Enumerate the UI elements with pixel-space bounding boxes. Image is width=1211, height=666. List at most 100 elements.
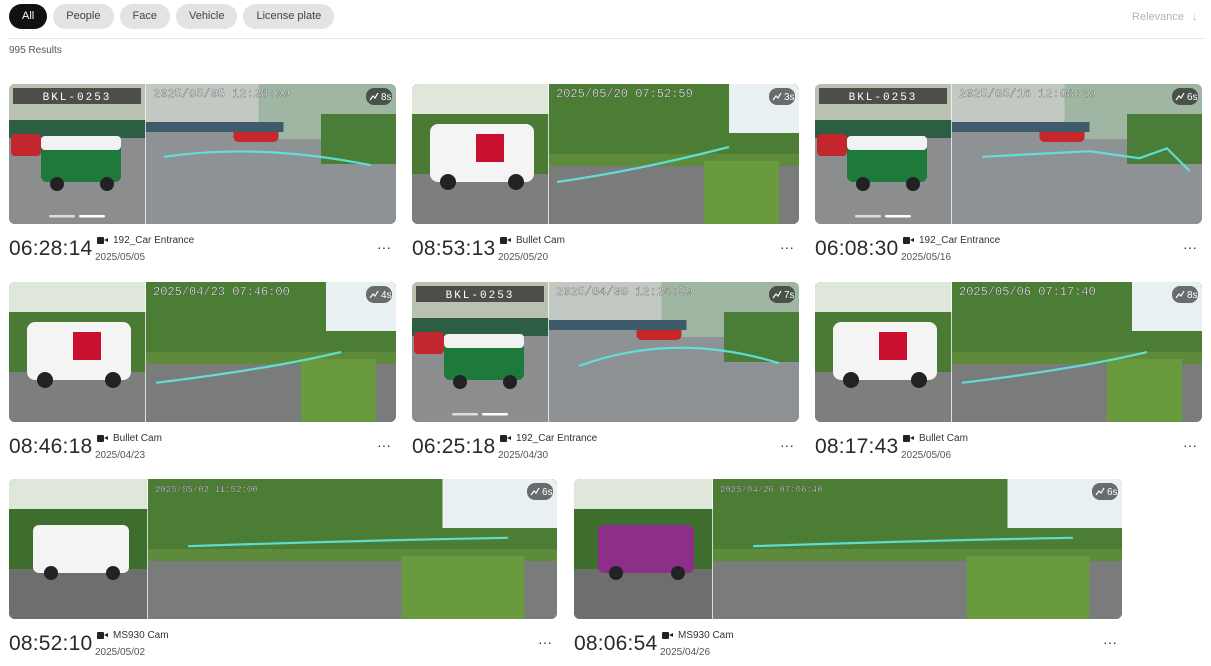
plate-banner: BKL-0253	[13, 88, 141, 104]
clip-time: 08:53:13	[412, 237, 496, 260]
main-scene	[549, 84, 799, 224]
camera-label: MS930 Cam	[97, 630, 169, 641]
clip-card[interactable]: BKL-0253 2025/05/16 12:08:20 6s 06:08:30 192…	[815, 84, 1202, 269]
clip-thumbnail[interactable]: 2025/05/02 11:52:00 6s	[9, 479, 557, 619]
clip-date: 2025/05/06	[901, 450, 952, 461]
more-options-button[interactable]: ···	[780, 438, 794, 452]
clip-thumbnail[interactable]: BKL-0253 2025/05/16 12:08:20 6s	[815, 84, 1202, 224]
filter-license-plate-chip[interactable]: License plate	[243, 4, 335, 29]
main-scene	[146, 282, 396, 422]
duration-badge: 4s	[366, 286, 392, 303]
video-camera-icon	[903, 435, 914, 442]
pager-dot[interactable]	[482, 413, 508, 416]
filter-bar: All People Face Vehicle License plate	[9, 4, 335, 29]
main-scene	[148, 479, 557, 619]
clip-time: 08:06:54	[574, 632, 658, 655]
more-options-button[interactable]: ···	[780, 240, 794, 254]
clip-time: 06:08:30	[815, 237, 899, 260]
plate-banner: BKL-0253	[819, 88, 947, 104]
clip-date: 2025/05/02	[95, 647, 146, 658]
clip-card[interactable]: BKL-0253 2025/05/05 12:28:00 8s 06:28:14 192…	[9, 84, 396, 269]
clip-time: 08:52:10	[9, 632, 93, 655]
duration-badge: 8s	[1172, 286, 1198, 303]
duration-text: 4s	[381, 290, 392, 301]
duration-badge: 7s	[769, 286, 795, 303]
camera-label: 192_Car Entrance	[500, 433, 597, 444]
inset-snapshot	[815, 282, 952, 422]
pager-dot[interactable]	[79, 215, 105, 218]
main-scene	[952, 84, 1202, 224]
plate-text: BKL-0253	[43, 92, 112, 104]
duration-text: 6s	[542, 487, 553, 498]
more-options-button[interactable]: ···	[1183, 438, 1197, 452]
duration-text: 6s	[1187, 92, 1198, 103]
inset-snapshot	[574, 479, 713, 619]
duration-text: 8s	[1187, 290, 1198, 301]
overlay-timestamp: 2025/05/05 12:28:00	[153, 87, 290, 101]
clip-card[interactable]: BKL-0253 2025/04/30 12:24:59 7s 06:25:18 192…	[412, 282, 799, 467]
video-camera-icon	[500, 237, 511, 244]
clip-card[interactable]: 2025/05/06 07:17:40 8s 08:17:43 Bullet Cam 2…	[815, 282, 1202, 467]
more-options-button[interactable]: ···	[377, 240, 391, 254]
video-camera-icon	[97, 237, 108, 244]
clip-thumbnail[interactable]: BKL-0253 2025/04/30 12:24:59 7s	[412, 282, 799, 422]
camera-label: 192_Car Entrance	[97, 235, 194, 246]
camera-name: MS930 Cam	[678, 630, 734, 641]
plate-text: BKL-0253	[446, 290, 515, 302]
video-camera-icon	[662, 632, 673, 639]
camera-label: 192_Car Entrance	[903, 235, 1000, 246]
clip-date: 2025/05/16	[901, 252, 952, 263]
duration-badge: 6s	[1092, 483, 1118, 500]
overlay-timestamp: 2025/04/26 07:06:40	[720, 485, 823, 495]
clip-card[interactable]: 2025/05/20 07:52:59 3s 08:53:13 Bullet Cam 2…	[412, 84, 799, 269]
clip-thumbnail[interactable]: 2025/05/06 07:17:40 8s	[815, 282, 1202, 422]
header-divider	[9, 38, 1205, 39]
duration-badge: 8s	[366, 88, 392, 105]
pager-dot[interactable]	[855, 215, 881, 218]
more-options-button[interactable]: ···	[1183, 240, 1197, 254]
clip-date: 2025/04/23	[95, 450, 146, 461]
duration-badge: 6s	[1172, 88, 1198, 105]
duration-badge: 3s	[769, 88, 795, 105]
inset-snapshot	[9, 282, 146, 422]
camera-name: Bullet Cam	[919, 433, 968, 444]
clip-card[interactable]: 2025/04/26 07:06:40 6s 08:06:54 MS930 Cam 20…	[574, 479, 1122, 664]
duration-text: 6s	[1107, 487, 1118, 498]
clip-thumbnail[interactable]: 2025/05/20 07:52:59 3s	[412, 84, 799, 224]
clip-thumbnail[interactable]: BKL-0253 2025/05/05 12:28:00 8s	[9, 84, 396, 224]
filter-people-chip[interactable]: People	[53, 4, 114, 29]
clip-thumbnail[interactable]: 2025/04/26 07:06:40 6s	[574, 479, 1122, 619]
clip-card[interactable]: 2025/04/23 07:46:00 4s 08:46:18 Bullet Cam 2…	[9, 282, 396, 467]
filter-all-chip[interactable]: All	[9, 4, 48, 29]
results-count: 995 Results	[9, 45, 62, 56]
clip-time: 06:28:14	[9, 237, 93, 260]
inset-snapshot: BKL-0253	[9, 84, 146, 224]
pager-dot[interactable]	[885, 215, 911, 218]
more-options-button[interactable]: ···	[1103, 635, 1117, 649]
more-options-button[interactable]: ···	[538, 635, 552, 649]
filter-face-chip[interactable]: Face	[119, 4, 170, 29]
inset-snapshot: BKL-0253	[412, 282, 549, 422]
video-camera-icon	[97, 632, 108, 639]
duration-text: 7s	[784, 290, 795, 301]
duration-text: 3s	[784, 92, 795, 103]
filter-vehicle-chip[interactable]: Vehicle	[175, 4, 238, 29]
pager-dot[interactable]	[452, 413, 478, 416]
clip-thumbnail[interactable]: 2025/04/23 07:46:00 4s	[9, 282, 396, 422]
clip-date: 2025/05/20	[498, 252, 549, 263]
duration-badge: 6s	[527, 483, 553, 500]
clip-time: 08:17:43	[815, 435, 899, 458]
sort-control[interactable]: Relevance ↓	[1132, 11, 1197, 23]
camera-name: 192_Car Entrance	[919, 235, 1001, 246]
inset-snapshot: BKL-0253	[815, 84, 952, 224]
main-scene	[549, 282, 799, 422]
more-options-button[interactable]: ···	[377, 438, 391, 452]
inset-snapshot	[9, 479, 148, 619]
clip-date: 2025/04/26	[660, 647, 711, 658]
clip-time: 08:46:18	[9, 435, 93, 458]
clip-card[interactable]: 2025/05/02 11:52:00 6s 08:52:10 MS930 Cam 20…	[9, 479, 557, 664]
clip-time: 06:25:18	[412, 435, 496, 458]
pager-dot[interactable]	[49, 215, 75, 218]
duration-text: 8s	[381, 92, 392, 103]
camera-label: Bullet Cam	[97, 433, 162, 444]
